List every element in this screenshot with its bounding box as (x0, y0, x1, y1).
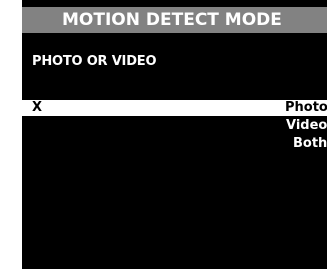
selected-marker: X (32, 100, 43, 115)
option-photo[interactable]: X Photo (22, 100, 327, 116)
option-label: Photo (285, 100, 327, 115)
option-label: Video (286, 118, 327, 133)
camera-menu-screen: MOTION DETECT MODE PHOTO OR VIDEO X Phot… (22, 0, 327, 269)
option-both[interactable]: Both (22, 136, 327, 152)
menu-title: MOTION DETECT MODE (62, 10, 282, 30)
option-video[interactable]: Video (22, 118, 327, 134)
option-label: Both (293, 136, 327, 151)
menu-prompt: PHOTO OR VIDEO (32, 54, 157, 69)
title-bar: MOTION DETECT MODE (22, 7, 327, 33)
